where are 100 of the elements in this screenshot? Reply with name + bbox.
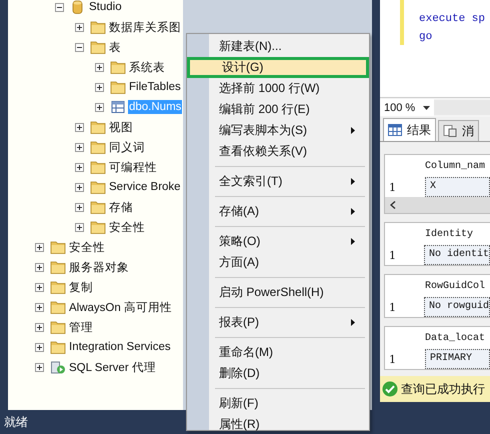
menu-item[interactable]: 查看依赖关系(V) [187, 141, 369, 162]
collapse-icon[interactable] [55, 2, 64, 12]
tree-item[interactable]: 表 [108, 38, 122, 56]
row-number: 1 [388, 180, 397, 194]
column-header: Identity [425, 228, 474, 240]
folder-icon [50, 260, 66, 274]
expand-icon[interactable] [35, 242, 44, 252]
row-number: 1 [388, 352, 397, 366]
tree-item[interactable]: 安全性 [68, 238, 106, 256]
folder-icon [90, 180, 106, 194]
expand-icon[interactable] [35, 262, 44, 272]
folder-icon [90, 40, 106, 54]
tree-item[interactable]: AlwaysOn 高可用性 [68, 298, 173, 316]
folder-icon [90, 140, 106, 154]
query-editor[interactable]: execute sp go [380, 0, 490, 97]
folder-icon [90, 120, 106, 134]
results-tab[interactable]: 结果 [383, 118, 436, 141]
menu-item[interactable]: 选择前 1000 行(W) [187, 78, 369, 99]
collapse-icon[interactable] [75, 42, 84, 52]
expand-icon[interactable] [75, 142, 84, 152]
menu-item[interactable]: 报表(P) [187, 312, 369, 333]
folder-icon [90, 220, 106, 234]
row-number: 1 [388, 248, 397, 262]
expand-icon[interactable] [35, 362, 44, 372]
caret-icon [423, 106, 430, 110]
submenu-arrow-icon [351, 178, 355, 185]
menu-item[interactable]: 策略(O) [187, 231, 369, 252]
menu-item[interactable]: 启动 PowerShell(H) [187, 282, 369, 303]
folder-icon [90, 20, 106, 34]
code-line: execute sp [419, 12, 486, 27]
expand-icon[interactable] [75, 182, 84, 192]
menu-item[interactable]: 编辑前 200 行(E) [187, 99, 369, 120]
expand-icon[interactable] [95, 82, 104, 92]
tree-item[interactable]: 管理 [68, 318, 94, 336]
folder-icon [50, 320, 66, 334]
submenu-arrow-icon [351, 208, 355, 215]
expand-icon[interactable] [35, 322, 44, 332]
menu-item[interactable]: 全文索引(T) [187, 171, 369, 192]
menu-item[interactable]: 删除(D) [187, 363, 369, 384]
expand-icon[interactable] [35, 282, 44, 292]
expand-icon[interactable] [75, 22, 84, 32]
tree-item[interactable]: 复制 [68, 278, 94, 296]
folder-icon [50, 300, 66, 314]
tree-item[interactable]: 存储 [108, 198, 134, 216]
column-header: Data_locat [425, 332, 486, 344]
column-header: Column_nam [425, 160, 486, 172]
submenu-arrow-icon [351, 319, 355, 326]
folder-icon [90, 200, 106, 214]
tree-item[interactable]: Integration Services [68, 340, 172, 354]
folder-icon [110, 60, 126, 74]
status-message: 查询已成功执行 [380, 376, 490, 402]
tree-item[interactable]: 系统表 [128, 58, 166, 76]
agent-icon [50, 360, 66, 374]
table-cell: X [425, 177, 490, 197]
tree-item[interactable]: Studio [88, 0, 123, 14]
table-cell: No identit [424, 245, 490, 265]
checkmark-icon [382, 381, 398, 397]
horizontal-scrollbar[interactable] [385, 197, 490, 213]
table-cell: No rowguid [424, 297, 490, 317]
expand-icon[interactable] [75, 162, 84, 172]
menu-item[interactable]: 方面(A) [187, 252, 369, 273]
expand-icon[interactable] [75, 122, 84, 132]
zoom-dropdown[interactable]: 100 % [380, 99, 434, 116]
menu-item[interactable]: 设计(G) [187, 57, 369, 78]
tree-item[interactable]: SQL Server 代理 [68, 358, 157, 376]
tree-item[interactable]: 视图 [108, 118, 134, 136]
scroll-left-icon[interactable] [390, 201, 396, 209]
expand-icon[interactable] [75, 222, 84, 232]
submenu-arrow-icon [351, 127, 355, 134]
tree-item[interactable]: FileTables [128, 80, 182, 94]
menu-item[interactable]: 存储(A) [187, 201, 369, 222]
tree-item[interactable]: 安全性 [108, 218, 146, 236]
menu-item[interactable]: 属性(R) [187, 414, 369, 434]
expand-icon[interactable] [75, 202, 84, 212]
folder-icon [50, 280, 66, 294]
folder-icon [110, 80, 126, 94]
tree-item[interactable]: 可编程性 [108, 158, 158, 176]
tree-item[interactable]: 同义词 [108, 138, 146, 156]
expand-icon[interactable] [95, 62, 104, 72]
expand-icon[interactable] [35, 342, 44, 352]
table-icon [110, 100, 126, 114]
expand-icon[interactable] [35, 302, 44, 312]
tree-item[interactable]: 服务器对象 [68, 258, 130, 276]
status-text: 就绪 [4, 414, 28, 430]
folder-icon [90, 160, 106, 174]
tree-item[interactable]: Service Broke [108, 180, 182, 194]
results-tab[interactable]: 消 [438, 120, 479, 141]
tree-item[interactable]: 数据库关系图 [108, 18, 182, 36]
menu-item[interactable]: 重命名(M) [187, 342, 369, 363]
folder-icon [50, 240, 66, 254]
menu-item[interactable]: 新建表(N)... [187, 36, 369, 57]
menu-item[interactable]: 刷新(F) [187, 393, 369, 414]
menu-item[interactable]: 编写表脚本为(S) [187, 120, 369, 141]
expand-icon[interactable] [95, 102, 104, 112]
document-icon [443, 125, 457, 137]
folder-icon [50, 340, 66, 354]
code-line: go [419, 30, 434, 45]
row-number: 1 [388, 300, 397, 314]
submenu-arrow-icon [351, 238, 355, 245]
column-header: RowGuidCol [425, 280, 486, 292]
